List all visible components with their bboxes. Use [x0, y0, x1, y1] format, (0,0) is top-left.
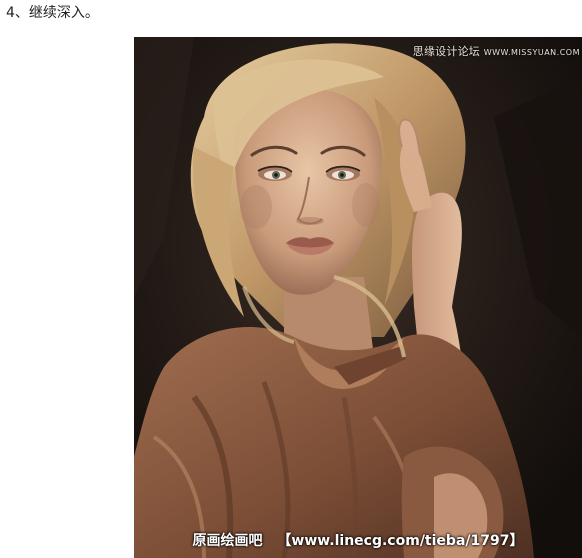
watermark-top: 思缘设计论坛 WWW.MISSYUAN.COM: [413, 45, 580, 60]
portrait-artwork: [134, 37, 582, 558]
article-page: 4、继续深入。 思缘设计论坛 WWW.MISSYUAN.COM 原画绘画吧 【w…: [0, 0, 582, 558]
portrait-painting: 思缘设计论坛 WWW.MISSYUAN.COM 原画绘画吧 【www.linec…: [134, 37, 582, 558]
watermark-bottom-label: 原画绘画吧: [192, 533, 263, 549]
watermark-top-text: 思缘设计论坛: [412, 45, 480, 58]
watermark-bottom: 原画绘画吧 【www.linecg.com/tieba/1797】: [134, 532, 582, 550]
watermark-top-url: WWW.MISSYUAN.COM: [483, 48, 580, 57]
step-heading: 4、继续深入。: [6, 5, 99, 21]
watermark-bottom-url: 【www.linecg.com/tieba/1797】: [277, 533, 524, 549]
